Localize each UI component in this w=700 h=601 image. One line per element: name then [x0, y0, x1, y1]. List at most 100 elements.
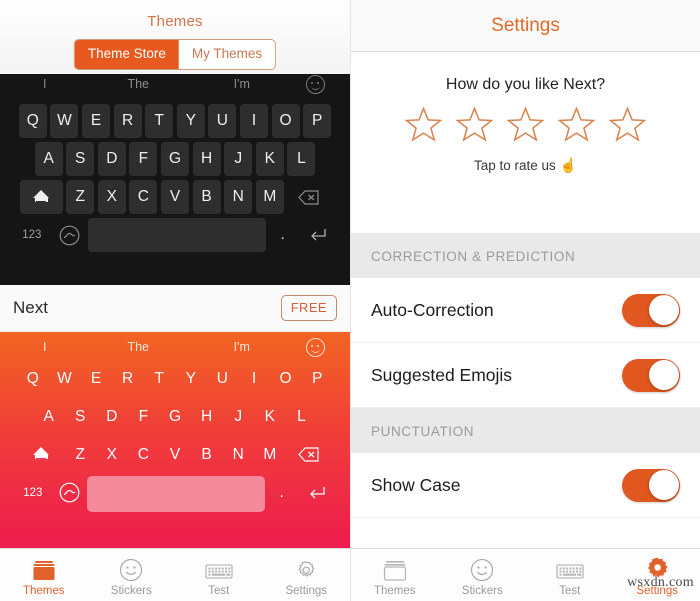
key-o[interactable]: O [272, 362, 300, 395]
key-b[interactable]: B [192, 180, 221, 214]
key-h[interactable]: H [192, 142, 221, 176]
backspace-key[interactable] [287, 180, 330, 214]
key-k[interactable]: K [255, 142, 284, 176]
key-i[interactable]: I [239, 104, 268, 138]
key-x[interactable]: X [98, 438, 126, 471]
key-m[interactable]: M [256, 438, 284, 471]
key-p[interactable]: P [303, 104, 332, 138]
period-key[interactable]: . [270, 218, 296, 252]
orange-suggestion-bar[interactable]: I The I'm [0, 332, 350, 362]
key-x[interactable]: X [97, 180, 126, 214]
key-v[interactable]: V [161, 180, 189, 214]
suggestion-1[interactable]: I [8, 77, 81, 91]
tab-test[interactable]: Test [175, 549, 263, 601]
numeric-key[interactable]: 123 [13, 218, 51, 252]
key-y[interactable]: Y [177, 362, 205, 395]
key-t[interactable]: T [145, 104, 174, 138]
tab-themes[interactable]: Themes [351, 549, 439, 601]
key-l[interactable]: L [287, 400, 315, 433]
key-k[interactable]: K [256, 400, 284, 433]
star-rating[interactable] [351, 106, 700, 143]
suggestion-1[interactable]: I [8, 340, 81, 354]
key-w[interactable]: W [50, 104, 79, 138]
key-f[interactable]: F [129, 400, 157, 433]
wave-key[interactable] [54, 218, 84, 252]
tab-my-themes[interactable]: My Themes [178, 40, 276, 69]
key-n[interactable]: N [224, 180, 253, 214]
key-y[interactable]: Y [176, 104, 205, 138]
numeric-key[interactable]: 123 [14, 476, 52, 509]
setting-row-show-case[interactable]: Show Case [351, 453, 700, 518]
key-c[interactable]: C [129, 180, 158, 214]
key-f[interactable]: F [129, 142, 158, 176]
tab-test[interactable]: Test [526, 549, 614, 601]
key-s[interactable]: S [66, 400, 94, 433]
shift-key[interactable] [19, 180, 63, 214]
key-r[interactable]: R [114, 362, 142, 395]
suggestion-3[interactable]: I'm [195, 340, 289, 354]
tab-theme-store[interactable]: Theme Store [74, 40, 179, 69]
suggested-emojis-toggle[interactable] [622, 358, 680, 392]
key-i[interactable]: I [240, 362, 268, 395]
key-d[interactable]: D [98, 400, 126, 433]
tab-stickers[interactable]: Stickers [88, 549, 176, 601]
key-a[interactable]: A [35, 400, 63, 433]
star-3[interactable] [506, 106, 545, 143]
segmented-control[interactable]: Theme Store My Themes [73, 39, 277, 70]
key-g[interactable]: G [161, 142, 189, 176]
key-z[interactable]: Z [66, 180, 95, 214]
key-q[interactable]: Q [18, 104, 47, 138]
tab-themes[interactable]: Themes [0, 549, 88, 601]
star-5[interactable] [608, 106, 647, 143]
key-o[interactable]: O [271, 104, 300, 138]
emoji-button[interactable] [289, 337, 342, 357]
tab-stickers[interactable]: Stickers [439, 549, 527, 601]
theme-list-item-next[interactable]: Next FREE [0, 285, 350, 332]
setting-row-auto-correction[interactable]: Auto-Correction [351, 278, 700, 343]
key-b[interactable]: B [193, 438, 221, 471]
key-u[interactable]: U [208, 362, 236, 395]
return-key[interactable] [298, 476, 336, 509]
key-h[interactable]: H [193, 400, 221, 433]
key-p[interactable]: P [303, 362, 331, 395]
key-t[interactable]: T [145, 362, 173, 395]
star-1[interactable] [404, 106, 443, 143]
key-a[interactable]: A [34, 142, 63, 176]
key-d[interactable]: D [97, 142, 126, 176]
auto-correction-toggle[interactable] [622, 293, 680, 327]
free-button[interactable]: FREE [280, 295, 337, 321]
setting-row-suggested-emojis[interactable]: Suggested Emojis [351, 343, 700, 408]
key-m[interactable]: M [255, 180, 284, 214]
key-e[interactable]: E [82, 104, 111, 138]
key-e[interactable]: E [82, 362, 110, 395]
dark-suggestion-bar[interactable]: I The I'm [0, 74, 350, 98]
key-w[interactable]: W [50, 362, 78, 395]
backspace-key[interactable] [287, 438, 330, 471]
space-key[interactable] [88, 218, 266, 252]
star-4[interactable] [557, 106, 596, 143]
emoji-button[interactable] [289, 74, 342, 94]
period-key[interactable]: . [269, 476, 295, 509]
suggestion-2[interactable]: The [81, 340, 195, 354]
key-n[interactable]: N [224, 438, 252, 471]
key-g[interactable]: G [161, 400, 189, 433]
key-j[interactable]: J [224, 400, 252, 433]
key-s[interactable]: S [66, 142, 95, 176]
return-key[interactable] [299, 218, 337, 252]
key-u[interactable]: U [208, 104, 237, 138]
show-case-toggle[interactable] [622, 468, 680, 502]
key-q[interactable]: Q [19, 362, 47, 395]
key-c[interactable]: C [129, 438, 157, 471]
tab-settings[interactable]: Settings [263, 549, 351, 601]
key-l[interactable]: L [287, 142, 316, 176]
star-2[interactable] [455, 106, 494, 143]
key-z[interactable]: Z [66, 438, 94, 471]
key-v[interactable]: V [161, 438, 189, 471]
wave-key[interactable] [55, 476, 83, 509]
space-key[interactable] [87, 476, 265, 512]
shift-key[interactable] [20, 438, 63, 471]
key-j[interactable]: J [224, 142, 253, 176]
key-r[interactable]: R [113, 104, 142, 138]
suggestion-3[interactable]: I'm [195, 77, 289, 91]
suggestion-2[interactable]: The [81, 77, 195, 91]
